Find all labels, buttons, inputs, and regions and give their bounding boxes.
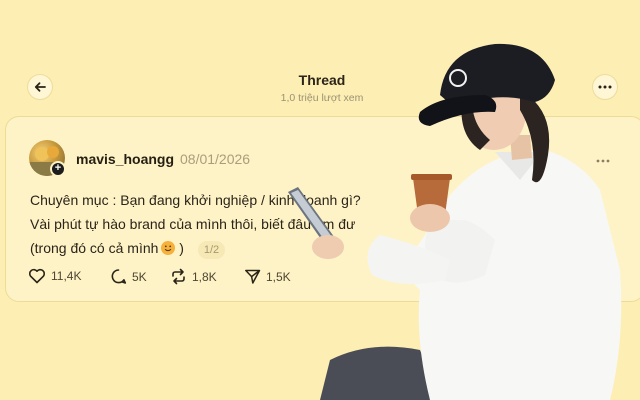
username[interactable]: mavis_hoangg <box>76 151 174 167</box>
post-line-3-text: (trong đó có cả mình <box>30 240 159 256</box>
post-line-3-suffix: ) <box>179 240 184 256</box>
smile-emoji-icon <box>161 241 176 255</box>
heart-icon <box>28 268 46 284</box>
like-count: 11,4K <box>51 269 82 283</box>
post-date: 08/01/2026 <box>180 151 251 167</box>
reply-button[interactable]: 5K <box>110 268 147 285</box>
woman-with-phone-photo <box>288 43 622 400</box>
reply-count: 5K <box>132 269 147 284</box>
page-indicator[interactable]: 1/2 <box>197 241 226 259</box>
repost-button[interactable]: 1,8K <box>170 268 217 285</box>
like-button[interactable]: 11,4K <box>28 268 81 284</box>
follow-plus-icon[interactable]: + <box>50 161 66 177</box>
repost-icon <box>172 268 185 285</box>
share-icon <box>245 269 261 284</box>
repost-count: 1,8K <box>192 269 217 284</box>
comment-icon <box>111 269 127 284</box>
